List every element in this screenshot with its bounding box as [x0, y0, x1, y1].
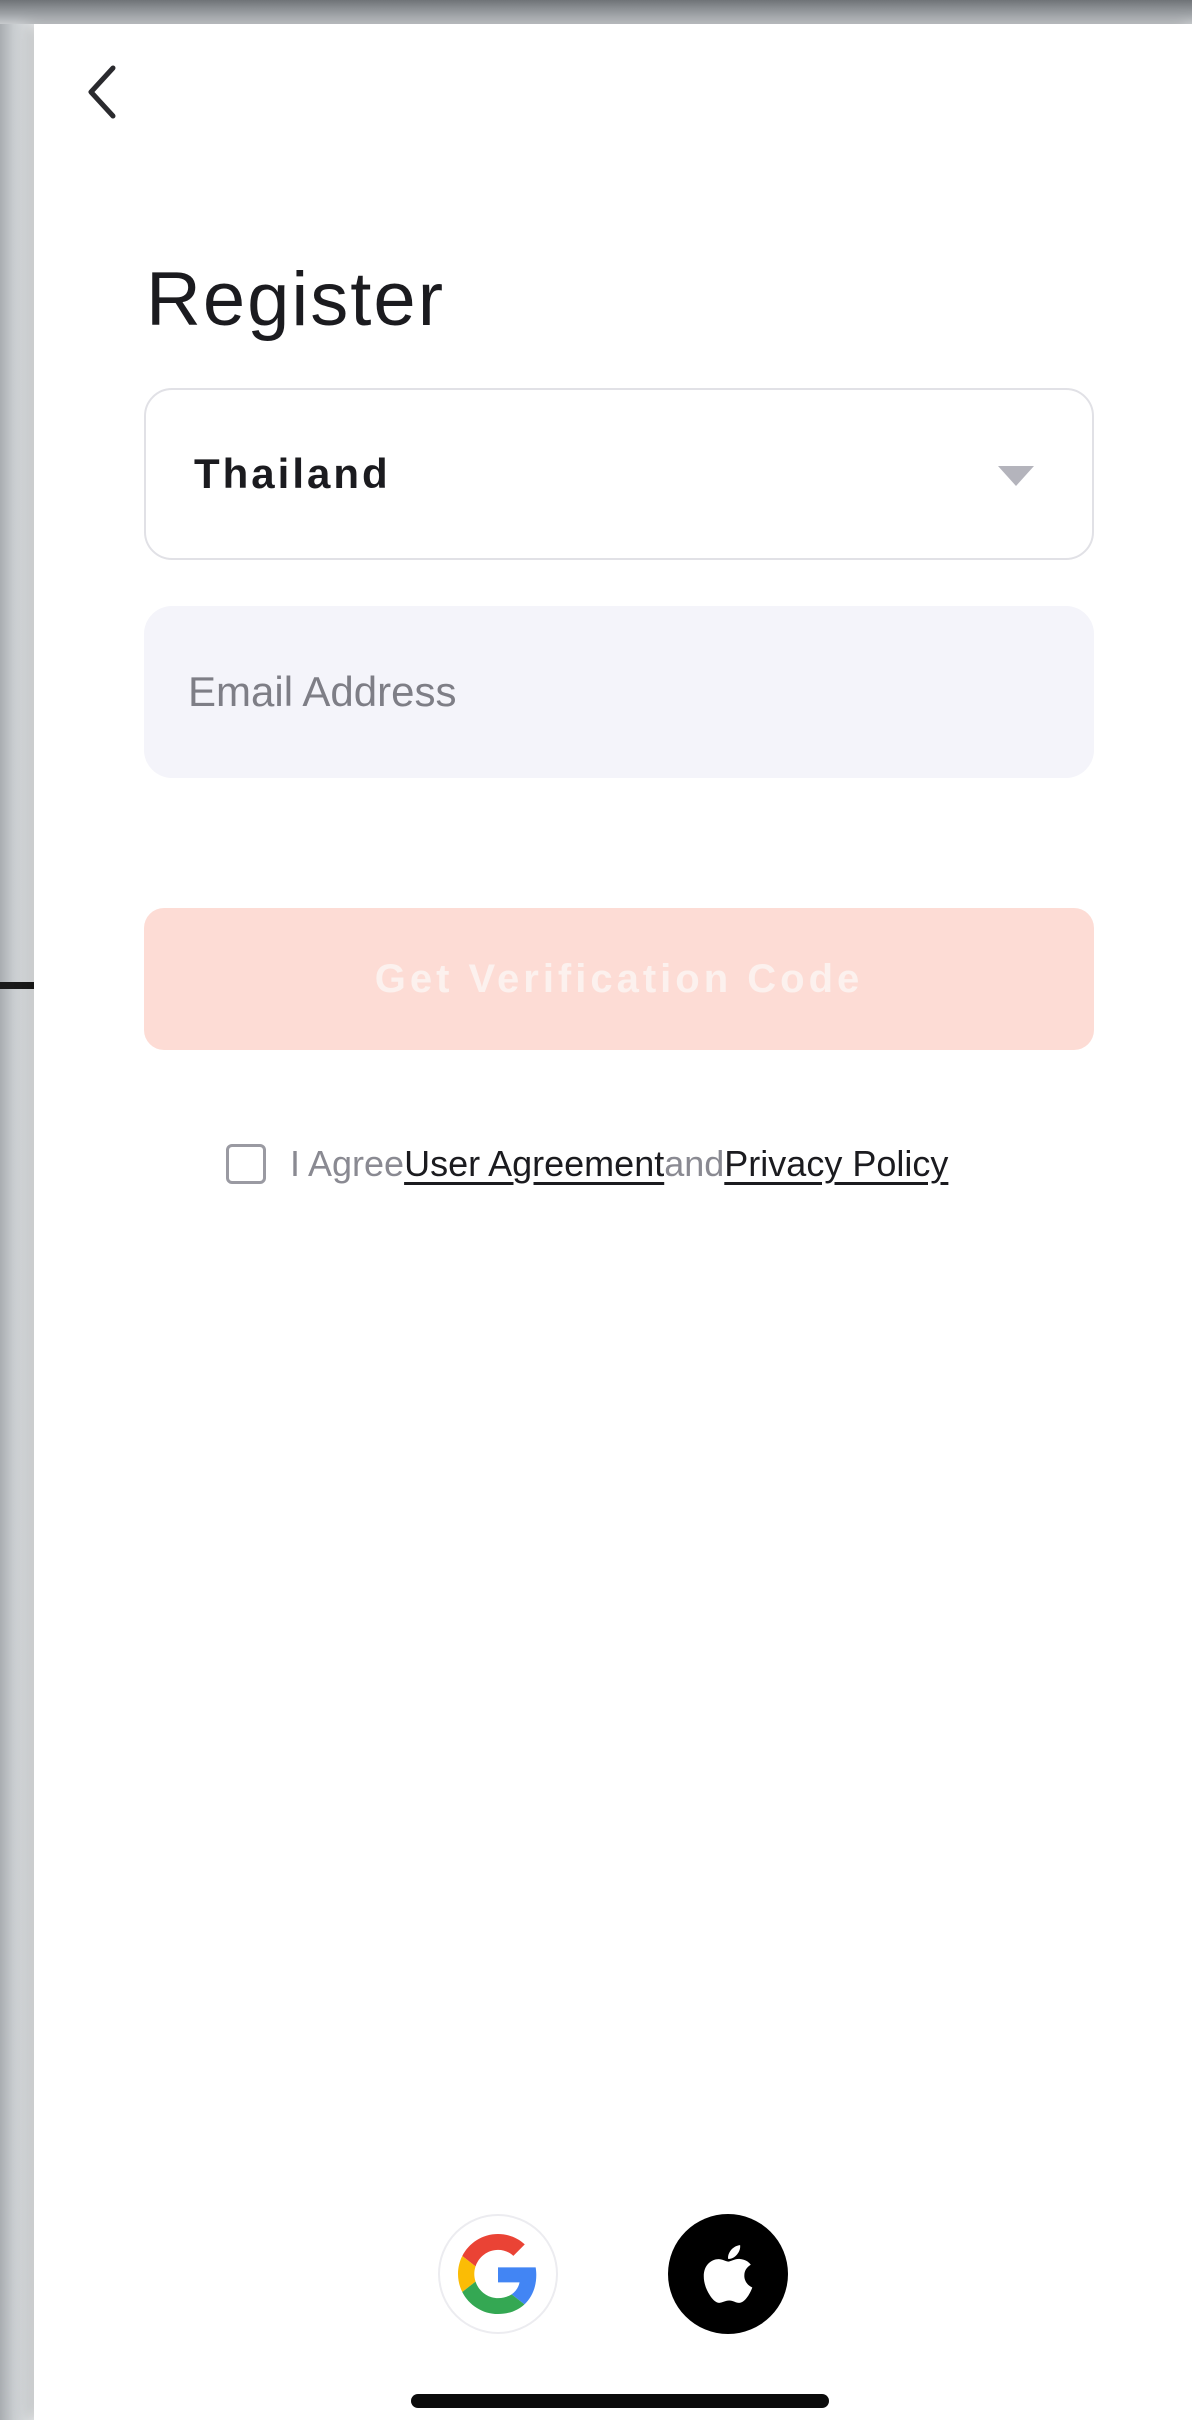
page-title: Register [146, 257, 445, 342]
agreement-prefix: I Agree [290, 1143, 405, 1184]
apple-icon [703, 2245, 753, 2303]
get-verification-code-button[interactable]: Get Verification Code [144, 908, 1094, 1050]
country-select[interactable]: Thailand [144, 388, 1094, 560]
google-icon [458, 2234, 537, 2314]
background-top-strip [0, 0, 1192, 24]
user-agreement-link[interactable]: User Agreement [404, 1143, 664, 1185]
email-input[interactable] [144, 606, 1094, 778]
home-indicator [411, 2394, 829, 2408]
google-login-button[interactable] [438, 2214, 558, 2334]
register-sheet: Register Thailand Get Verification Code … [34, 24, 1192, 2420]
agreement-checkbox[interactable] [226, 1144, 266, 1184]
chevron-left-icon [88, 65, 116, 119]
country-select-value: Thailand [194, 450, 391, 497]
privacy-policy-link[interactable]: Privacy Policy [724, 1143, 948, 1185]
caret-down-icon [998, 466, 1034, 486]
agreement-row: I Agree User Agreement and Privacy Polic… [226, 1134, 948, 1194]
social-login-row [34, 2214, 1192, 2334]
back-button[interactable] [68, 52, 138, 132]
apple-login-button[interactable] [668, 2214, 788, 2334]
agreement-conjunction: and [664, 1143, 725, 1184]
